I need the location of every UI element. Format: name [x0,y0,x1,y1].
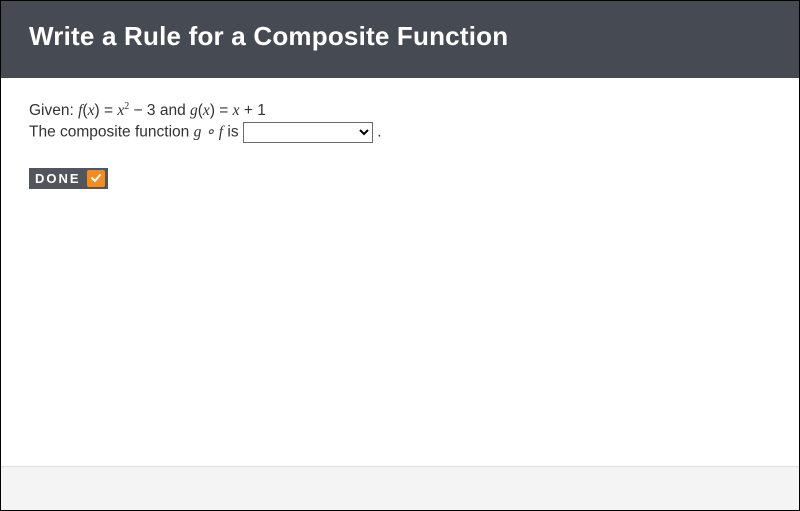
f-expression: f(x) = x2 − 3 [78,102,160,119]
action-row: DONE [29,168,771,189]
and-word: and [160,102,190,119]
is-word: is [227,124,243,141]
g-expression: g(x) = x + 1 [190,102,266,119]
minus-3: − 3 [129,102,155,119]
comp-f: f [219,124,223,141]
page-title: Write a Rule for a Composite Function [29,21,799,52]
problem-line-2: The composite function g ∘ f is . [29,122,771,144]
equals-g: = [215,102,233,119]
answer-dropdown[interactable] [243,122,373,143]
x-var-g: x [203,102,210,119]
done-button[interactable]: DONE [29,168,108,189]
problem-line-1: Given: f(x) = x2 − 3 and g(x) = x + 1 [29,100,771,122]
app-frame: Write a Rule for a Composite Function Gi… [0,0,800,511]
plus-1: + 1 [240,102,266,119]
x-g-rhs: x [233,102,240,119]
given-label: Given: [29,102,78,119]
page-footer [1,466,799,510]
composite-prefix: The composite function [29,124,194,141]
equals: = [100,102,118,119]
done-label: DONE [35,172,81,185]
composite-expression: g ∘ f [194,124,228,141]
page-header: Write a Rule for a Composite Function [1,1,799,78]
content-area: Given: f(x) = x2 − 3 and g(x) = x + 1 Th… [1,78,799,466]
g-symbol: g [190,102,198,119]
check-icon [87,170,105,187]
comp-circle: ∘ [201,124,218,141]
sentence-period: . [377,124,381,141]
